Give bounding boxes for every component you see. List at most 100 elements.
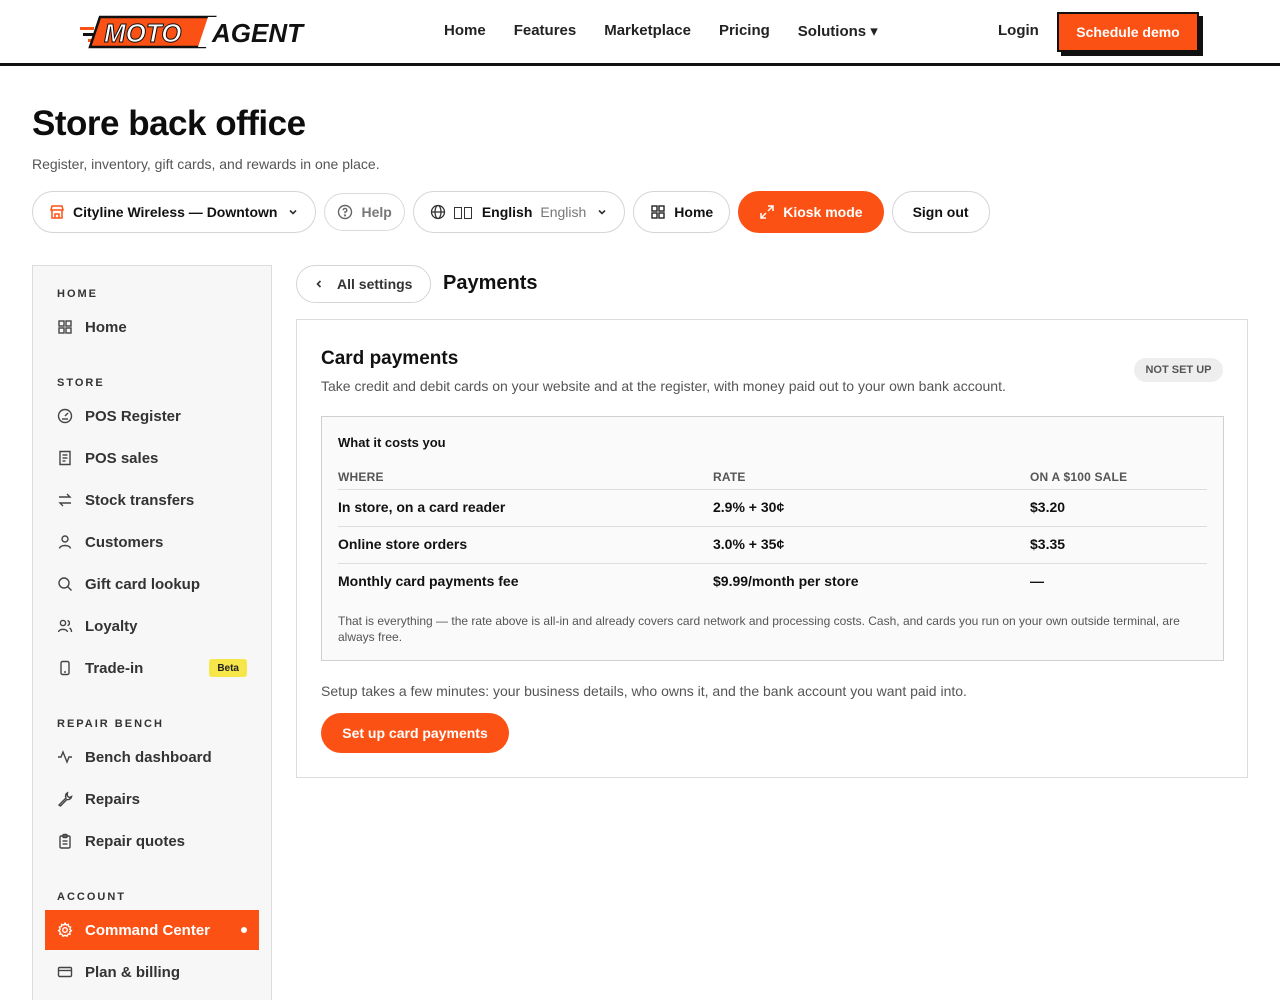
logo-text-1: MOTO: [104, 18, 182, 48]
sidebar-item-label: POS sales: [85, 449, 159, 467]
top-navigation: MOTO AGENT Home Features Marketplace Pri…: [0, 0, 1280, 66]
column-header-where: WHERE: [338, 470, 384, 484]
card-payments-panel: Card payments Take credit and debit card…: [296, 319, 1248, 778]
sidebar-item-home[interactable]: Home: [45, 307, 259, 347]
sidebar-section-home: HOME: [57, 288, 98, 300]
card-description: Take credit and debit cards on your webs…: [321, 378, 1006, 394]
nav-home[interactable]: Home: [444, 22, 486, 40]
table-cell-rate: 2.9% + 30¢: [713, 499, 785, 515]
all-settings-back-button[interactable]: All settings: [296, 265, 431, 303]
card-icon: [57, 964, 73, 980]
nav-links: Home Features Marketplace Pricing Soluti…: [444, 22, 906, 40]
nav-solutions-dropdown[interactable]: Solutions ▾: [798, 22, 878, 40]
grid-icon: [650, 204, 666, 220]
section-title: Payments: [443, 272, 538, 294]
help-button[interactable]: Help: [324, 193, 405, 231]
sidebar-item-trade-in[interactable]: Trade-in Beta: [45, 648, 259, 688]
sidebar-item-label: Gift card lookup: [85, 575, 201, 593]
globe-icon: [430, 204, 446, 220]
sidebar: HOME Home STORE POS Register POS sales S…: [32, 265, 272, 1000]
table-cell-rate: 3.0% + 35¢: [713, 536, 785, 552]
sidebar-item-repair-quotes[interactable]: Repair quotes: [45, 821, 259, 861]
table-cell-sale: $3.20: [1030, 499, 1066, 515]
table-cell-sale: —: [1030, 573, 1044, 589]
cost-table-box: What it costs you WHERE RATE ON A $100 S…: [321, 416, 1224, 661]
chevron-down-icon: [596, 206, 608, 218]
row-divider: [338, 526, 1207, 527]
sidebar-item-label: Trade-in: [85, 659, 144, 677]
sidebar-section-account: ACCOUNT: [57, 891, 126, 903]
home-label: Home: [674, 204, 714, 220]
sidebar-section-store: STORE: [57, 377, 105, 389]
cost-note: That is everything — the rate above is a…: [338, 614, 1180, 644]
active-indicator-dot: [241, 927, 247, 933]
setup-description: Setup takes a few minutes: your business…: [321, 683, 967, 699]
row-divider: [338, 563, 1207, 564]
row-divider: [338, 489, 1207, 490]
sidebar-item-label: Command Center: [85, 921, 211, 939]
sidebar-item-repairs[interactable]: Repairs: [45, 779, 259, 819]
phone-icon: [57, 660, 73, 676]
sidebar-item-label: POS Register: [85, 407, 181, 425]
sidebar-item-plan-billing[interactable]: Plan & billing: [45, 952, 259, 992]
language-label: English: [481, 204, 533, 220]
store-selector[interactable]: Cityline Wireless — Downtown: [32, 191, 317, 233]
arrows-icon: [57, 492, 73, 508]
help-label: Help: [361, 204, 392, 220]
home-button[interactable]: Home: [633, 191, 731, 233]
nav-features[interactable]: Features: [514, 22, 577, 40]
sidebar-item-label: Plan & billing: [85, 963, 181, 981]
store-name: Cityline Wireless — Downtown: [73, 204, 278, 220]
back-label: All settings: [337, 276, 413, 292]
column-header-rate: RATE: [713, 470, 746, 484]
card-title: Card payments: [321, 348, 459, 369]
pulse-icon: [57, 749, 73, 765]
cost-table-title: What it costs you: [338, 435, 446, 450]
language-native-label: English: [540, 204, 587, 220]
toolbar: Cityline Wireless — Downtown Help Englis…: [32, 191, 990, 233]
schedule-demo-button[interactable]: Schedule demo: [1057, 12, 1199, 52]
sidebar-section-repair-bench: REPAIR BENCH: [57, 718, 164, 730]
set-up-card-payments-button[interactable]: Set up card payments: [321, 713, 509, 753]
sidebar-item-pos-register[interactable]: POS Register: [45, 396, 259, 436]
sidebar-item-customers[interactable]: Customers: [45, 522, 259, 562]
motoagent-logo[interactable]: MOTO AGENT: [80, 13, 326, 51]
nav-marketplace[interactable]: Marketplace: [604, 22, 691, 40]
store-icon: [49, 204, 65, 220]
users-icon: [57, 618, 73, 634]
status-badge: NOT SET UP: [1134, 358, 1223, 382]
sidebar-item-gift-card-lookup[interactable]: Gift card lookup: [45, 564, 259, 604]
gear-icon: [57, 922, 73, 938]
sidebar-item-label: Repair quotes: [85, 832, 186, 850]
login-link[interactable]: Login: [998, 22, 1039, 39]
sidebar-item-label: Loyalty: [85, 617, 138, 635]
sign-out-button[interactable]: Sign out: [891, 191, 990, 233]
receipt-icon: [57, 450, 73, 466]
logo-text-2: AGENT: [211, 18, 305, 48]
sidebar-item-bench-dashboard[interactable]: Bench dashboard: [45, 737, 259, 777]
sidebar-item-label: Home: [85, 318, 127, 336]
expand-icon: [759, 204, 775, 220]
language-selector[interactable]: English English: [412, 191, 626, 233]
sidebar-item-label: Repairs: [85, 790, 141, 808]
user-icon: [57, 534, 73, 550]
help-circle-icon: [337, 204, 353, 220]
page-title: Store back office: [32, 104, 306, 143]
beta-badge: Beta: [209, 659, 247, 677]
sidebar-item-pos-sales[interactable]: POS sales: [45, 438, 259, 478]
kiosk-label: Kiosk mode: [783, 204, 863, 220]
clipboard-icon: [57, 833, 73, 849]
table-cell-where: Monthly card payments fee: [338, 573, 519, 589]
kiosk-mode-button[interactable]: Kiosk mode: [738, 191, 884, 233]
sidebar-item-command-center[interactable]: Command Center: [45, 910, 259, 950]
nav-pricing[interactable]: Pricing: [719, 22, 770, 40]
table-cell-where: In store, on a card reader: [338, 499, 506, 515]
schedule-demo: Schedule demo: [1057, 12, 1203, 56]
column-header-on-100-sale: ON A $100 SALE: [1030, 470, 1128, 484]
table-cell-sale: $3.35: [1030, 536, 1066, 552]
chevron-down-icon: [287, 206, 299, 218]
wrench-icon: [57, 791, 73, 807]
sidebar-item-stock-transfers[interactable]: Stock transfers: [45, 480, 259, 520]
sidebar-item-loyalty[interactable]: Loyalty: [45, 606, 259, 646]
table-cell-where: Online store orders: [338, 536, 468, 552]
